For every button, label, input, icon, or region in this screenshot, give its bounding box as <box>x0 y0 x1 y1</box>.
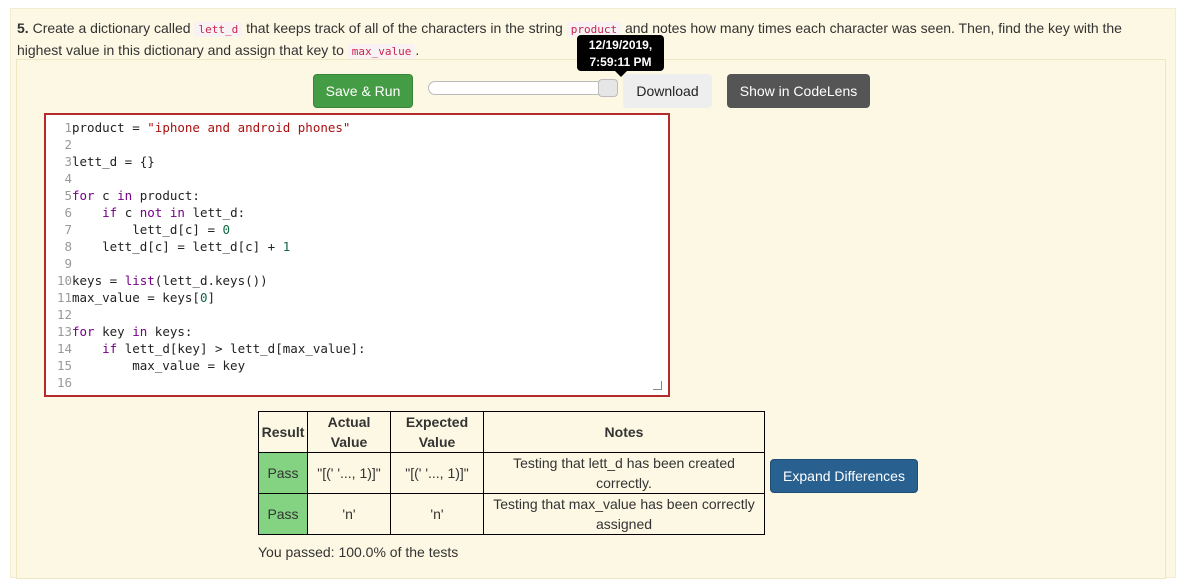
header-expected: Expected Value <box>390 411 484 453</box>
line-number: 3 <box>64 154 72 169</box>
code-line[interactable]: 9 <box>46 255 666 272</box>
notes-cell: Testing that lett_d has been created corr… <box>483 452 765 494</box>
code-line[interactable]: 15 max_value = key <box>46 357 666 374</box>
code-line[interactable]: 3lett_d = {} <box>46 153 666 170</box>
expand-differences-button[interactable]: Expand Differences <box>770 459 918 493</box>
notes-cell: Testing that max_value has been correctl… <box>483 493 765 535</box>
line-number: 15 <box>56 358 72 373</box>
code-line[interactable]: 8 lett_d[c] = lett_d[c] + 1 <box>46 238 666 255</box>
code-text[interactable]: product = "iphone and android phones" <box>72 120 350 135</box>
line-number: 13 <box>56 324 72 339</box>
code-line[interactable]: 16 <box>46 374 666 391</box>
test-summary: You passed: 100.0% of the tests <box>258 544 459 560</box>
header-notes: Notes <box>483 411 765 453</box>
code-line[interactable]: 11max_value = keys[0] <box>46 289 666 306</box>
question-number: 5. <box>17 20 29 36</box>
code-line[interactable]: 1product = "iphone and android phones" <box>46 119 666 136</box>
code-line[interactable]: 2 <box>46 136 666 153</box>
line-number: 4 <box>64 171 72 186</box>
line-number: 6 <box>64 205 72 220</box>
line-number: 5 <box>64 188 72 203</box>
line-number: 2 <box>64 137 72 152</box>
actual-cell: 'n' <box>307 493 391 535</box>
history-tooltip: 12/19/2019, 7:59:11 PM <box>577 35 664 71</box>
results-header-row: Result Actual Value Expected Value Notes <box>258 411 765 453</box>
line-number: 16 <box>56 375 72 390</box>
line-number: 8 <box>64 239 72 254</box>
code-text[interactable]: max_value = keys[0] <box>72 290 215 305</box>
line-number: 14 <box>56 341 72 356</box>
code-line[interactable]: 10keys = list(lett_d.keys()) <box>46 272 666 289</box>
line-number: 10 <box>56 273 72 288</box>
code-line[interactable]: 4 <box>46 170 666 187</box>
code-text[interactable]: for c in product: <box>72 188 200 203</box>
tooltip-time: 7:59:11 PM <box>589 55 652 69</box>
line-number: 11 <box>56 290 72 305</box>
table-row: Pass 'n' 'n' Testing that max_value has … <box>258 493 765 535</box>
header-result: Result <box>258 411 308 453</box>
result-cell: Pass <box>258 493 308 535</box>
result-cell: Pass <box>258 452 308 494</box>
code-line[interactable]: 13for key in keys: <box>46 323 666 340</box>
code-line[interactable]: 7 lett_d[c] = 0 <box>46 221 666 238</box>
actual-cell: "[(' '..., 1)]" <box>307 452 391 494</box>
code-editor[interactable]: 1product = "iphone and android phones" 2 3… <box>44 113 670 397</box>
code-max-value: max_value <box>347 44 416 59</box>
code-line[interactable]: 12 <box>46 306 666 323</box>
code-line[interactable]: 14 if lett_d[key] > lett_d[max_value]: <box>46 340 666 357</box>
code-lett-d: lett_d <box>194 22 243 37</box>
expected-cell: "[(' '..., 1)]" <box>390 452 484 494</box>
show-codelens-button[interactable]: Show in CodeLens <box>727 74 870 108</box>
line-number: 9 <box>64 256 72 271</box>
expected-cell: 'n' <box>390 493 484 535</box>
code-text[interactable]: keys = list(lett_d.keys()) <box>72 273 268 288</box>
history-slider-track[interactable] <box>428 81 617 95</box>
code-line[interactable]: 6 if c not in lett_d: <box>46 204 666 221</box>
line-number: 1 <box>64 120 72 135</box>
save-run-button[interactable]: Save & Run <box>313 74 413 108</box>
code-text[interactable]: max_value = key <box>72 358 245 373</box>
tooltip-date: 12/19/2019, <box>588 38 653 52</box>
history-slider-handle[interactable] <box>598 79 618 97</box>
line-number: 12 <box>56 307 72 322</box>
download-button[interactable]: Download <box>623 74 712 108</box>
header-actual: Actual Value <box>307 411 391 453</box>
code-text[interactable]: lett_d[c] = lett_d[c] + 1 <box>72 239 290 254</box>
code-text[interactable]: for key in keys: <box>72 324 192 339</box>
code-text[interactable]: if lett_d[key] > lett_d[max_value]: <box>72 341 365 356</box>
code-text[interactable]: lett_d[c] = 0 <box>72 222 230 237</box>
code-text[interactable]: if c not in lett_d: <box>72 205 245 220</box>
code-text[interactable]: lett_d = {} <box>72 154 155 169</box>
table-row: Pass "[(' '..., 1)]" "[(' '..., 1)]" Tes… <box>258 452 765 494</box>
results-table: Result Actual Value Expected Value Notes P… <box>258 411 765 535</box>
line-number: 7 <box>64 222 72 237</box>
code-line[interactable]: 5for c in product: <box>46 187 666 204</box>
